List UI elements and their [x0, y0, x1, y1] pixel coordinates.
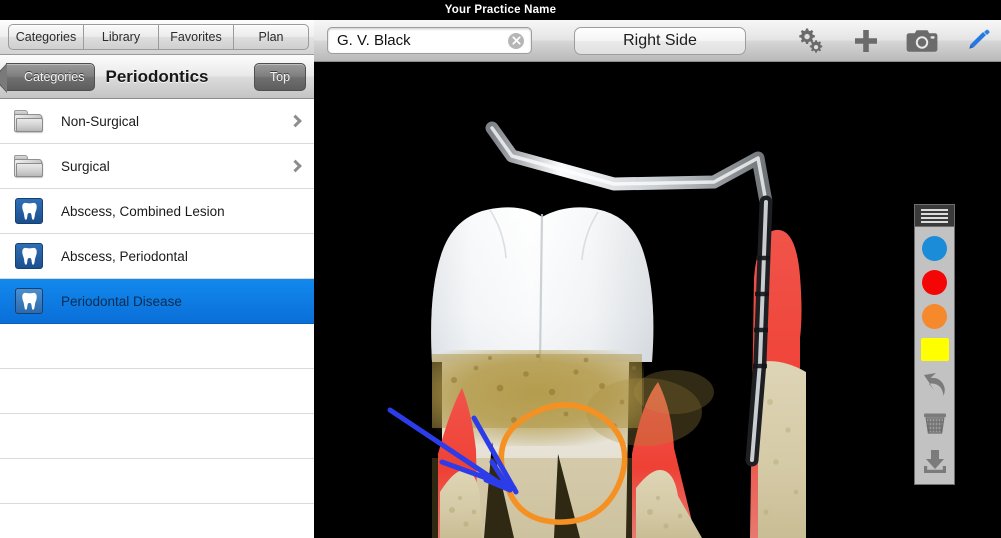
tab-categories-label: Categories — [16, 30, 76, 44]
tooth-glyph — [21, 247, 38, 266]
list-item-empty — [0, 459, 314, 504]
camera-icon[interactable] — [905, 26, 939, 56]
category-list: Non-Surgical Surgical — [0, 99, 314, 538]
color-yellow[interactable] — [921, 338, 949, 361]
tab-favorites-label: Favorites — [170, 30, 221, 44]
chevron-right-icon — [289, 160, 302, 173]
segmented-control[interactable]: Categories Library Favorites Plan — [0, 20, 314, 55]
list-item-label: Abscess, Periodontal — [61, 249, 188, 264]
folder-icon — [14, 152, 46, 180]
color-red[interactable] — [922, 270, 947, 295]
list-item-label: Periodontal Disease — [61, 294, 182, 309]
back-button[interactable]: Categories — [6, 63, 95, 91]
adjacent-tooth — [740, 206, 806, 538]
tab-library[interactable]: Library — [83, 24, 158, 50]
side-selector-label: Right Side — [623, 32, 697, 50]
tooth-icon — [14, 197, 46, 225]
tab-categories[interactable]: Categories — [8, 24, 83, 50]
tab-library-label: Library — [102, 30, 140, 44]
search-input-value: G. V. Black — [337, 32, 411, 49]
folder-icon — [14, 107, 46, 135]
list-item-label: Abscess, Combined Lesion — [61, 204, 225, 219]
tab-favorites[interactable]: Favorites — [158, 24, 233, 50]
list-item[interactable]: Surgical — [0, 144, 314, 189]
viewer-toolbar: G. V. Black Right Side — [314, 20, 1001, 62]
list-item[interactable]: Abscess, Combined Lesion — [0, 189, 314, 234]
gears-icon[interactable] — [793, 26, 827, 56]
top-button-label: Top — [270, 70, 290, 84]
toolbar-icon-group — [793, 26, 995, 56]
pencil-icon[interactable] — [961, 26, 995, 56]
status-bar: Your Practice Name — [0, 0, 1001, 20]
drawing-palette[interactable] — [914, 204, 955, 485]
practice-name: Your Practice Name — [445, 4, 556, 16]
tooth-icon — [14, 242, 46, 270]
periodontal-disease-illustration — [314, 62, 1001, 538]
chevron-right-icon — [289, 115, 302, 128]
viewer-panel: G. V. Black Right Side — [314, 20, 1001, 538]
list-item-empty — [0, 504, 314, 538]
tab-plan[interactable]: Plan — [233, 24, 309, 50]
list-item-label: Surgical — [61, 159, 110, 174]
image-canvas[interactable] — [314, 62, 1001, 538]
color-orange[interactable] — [922, 304, 947, 329]
top-button[interactable]: Top — [254, 63, 306, 91]
drag-handle-icon[interactable] — [915, 205, 954, 227]
list-item[interactable]: Abscess, Periodontal — [0, 234, 314, 279]
navigation-bar: Categories Periodontics Top — [0, 55, 314, 99]
trash-icon[interactable] — [918, 407, 952, 439]
save-icon[interactable] — [918, 446, 952, 478]
list-item-empty — [0, 324, 314, 369]
list-item-empty — [0, 414, 314, 459]
tooth-icon — [14, 287, 46, 315]
tooth-glyph — [21, 202, 38, 221]
tab-plan-label: Plan — [258, 30, 283, 44]
tooth-glyph — [21, 292, 38, 311]
search-input[interactable]: G. V. Black — [327, 27, 532, 54]
back-button-label: Categories — [24, 70, 84, 84]
side-selector-button[interactable]: Right Side — [574, 27, 746, 55]
list-item-selected[interactable]: Periodontal Disease — [0, 279, 314, 324]
undo-icon[interactable] — [918, 368, 952, 400]
list-item-label: Non-Surgical — [61, 114, 139, 129]
list-item[interactable]: Non-Surgical — [0, 99, 314, 144]
list-item-empty — [0, 369, 314, 414]
sidebar-panel: Categories Library Favorites Plan Catego… — [0, 20, 314, 538]
clear-icon[interactable] — [508, 33, 524, 49]
app-root: Your Practice Name Categories Library Fa… — [0, 0, 1001, 538]
color-blue[interactable] — [922, 236, 947, 261]
plus-icon[interactable] — [849, 26, 883, 56]
